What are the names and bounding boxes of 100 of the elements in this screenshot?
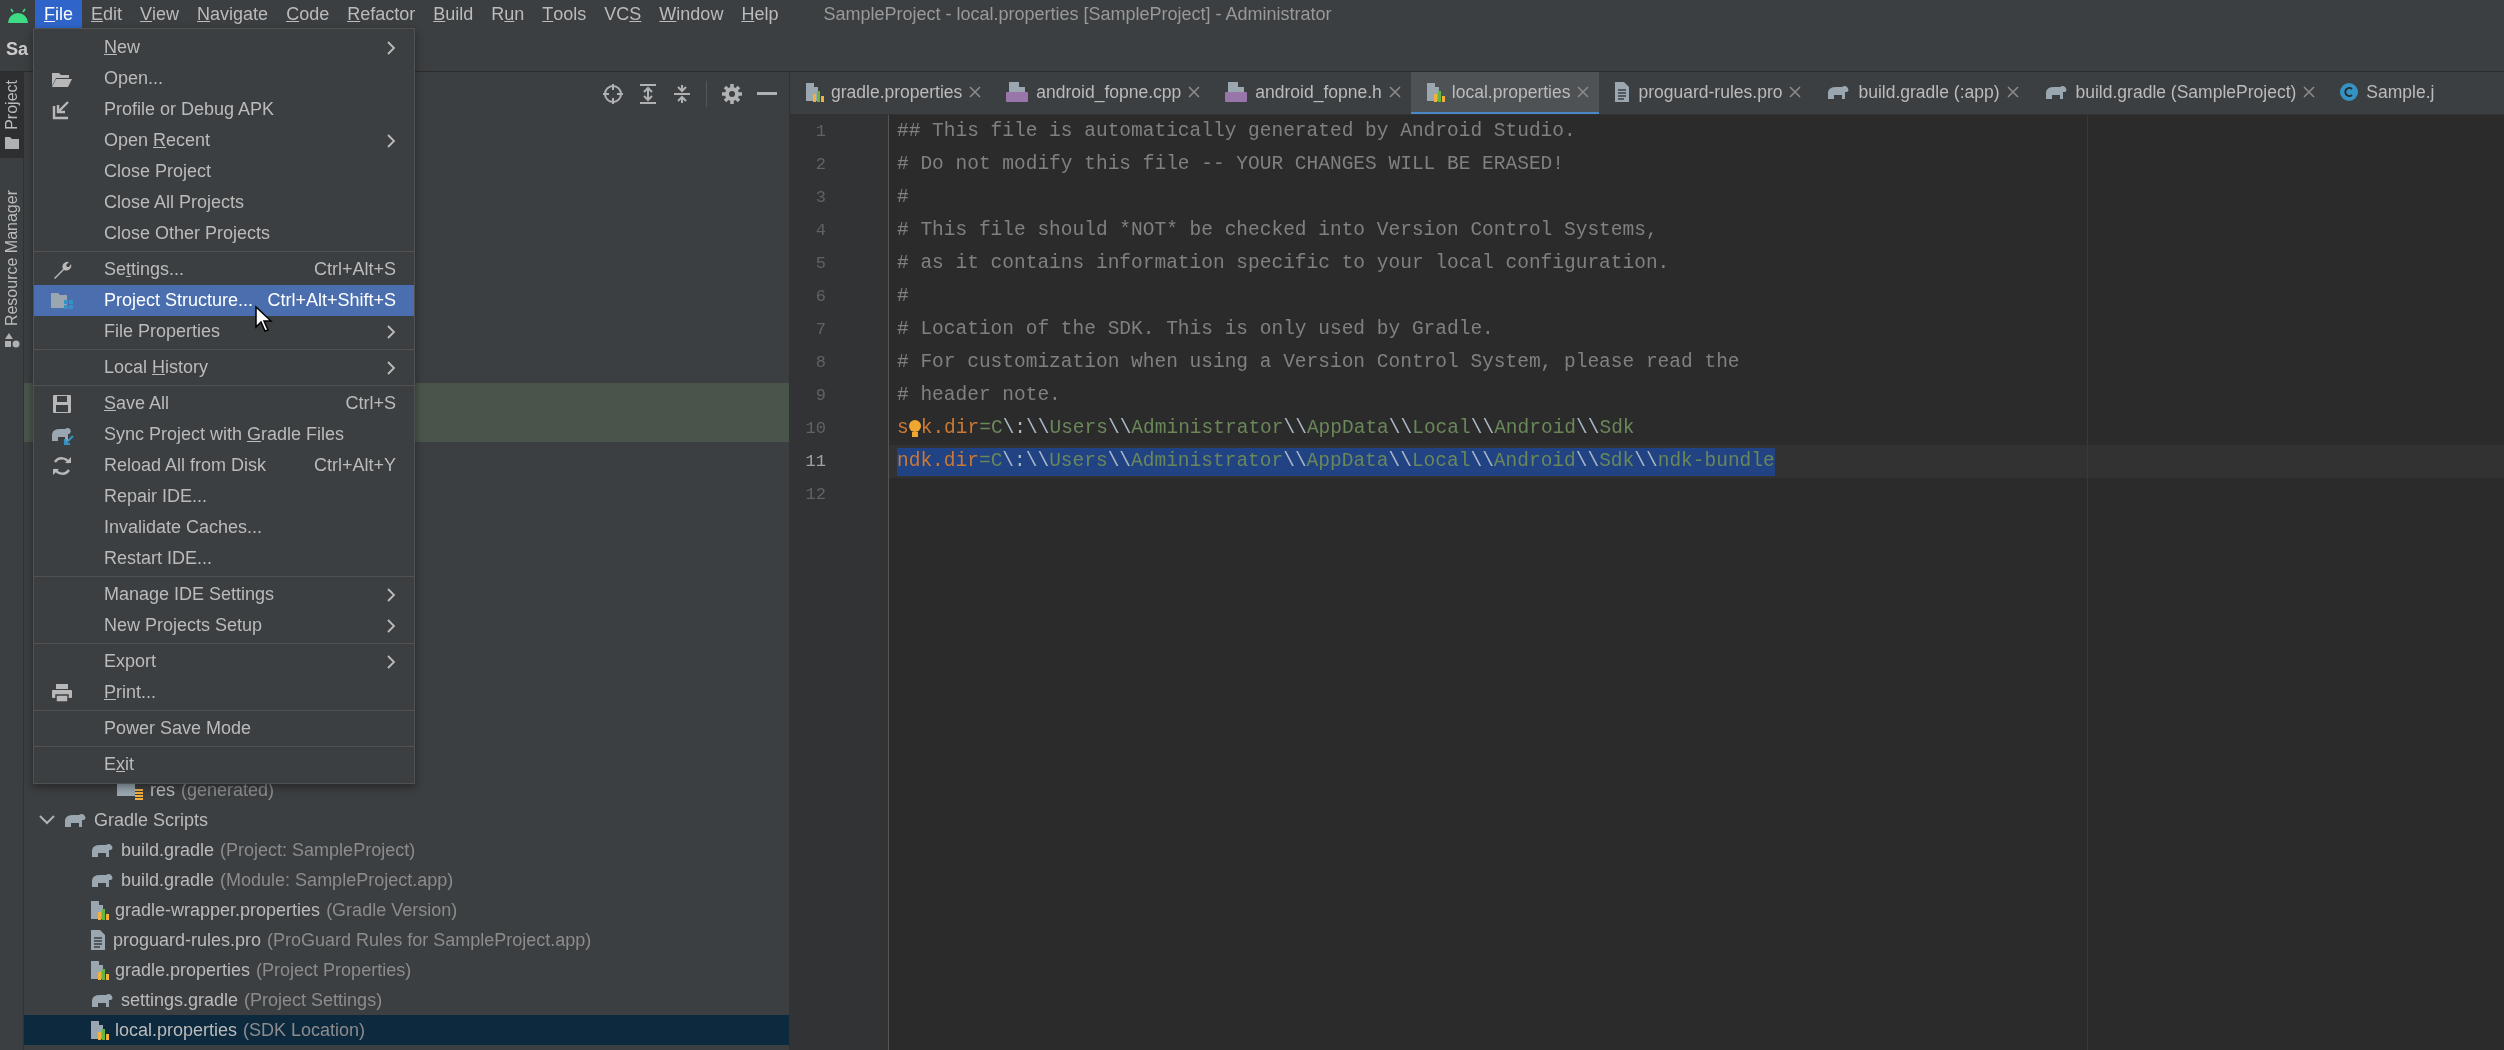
close-icon[interactable] [1188, 86, 1201, 98]
lightbulb-icon[interactable] [908, 419, 921, 438]
menu-item[interactable]: Manage IDE Settings [34, 579, 414, 610]
chart-file-icon [804, 81, 824, 103]
close-icon[interactable] [1789, 86, 1802, 98]
close-icon[interactable] [2006, 86, 2019, 98]
menu-item[interactable]: Sync Project with Gradle Files [34, 419, 414, 450]
menu-item[interactable]: Run [482, 0, 534, 28]
editor-tab[interactable]: android_fopne.h [1210, 72, 1411, 114]
editor-tab[interactable]: build.gradle (SampleProject) [2028, 72, 2326, 114]
code-line: # Do not modify this file -- YOUR CHANGES WILL BE ERASED! [897, 151, 1564, 177]
code-line: # header note. [897, 382, 1061, 408]
menu-item[interactable]: VCS [595, 0, 651, 28]
menu-item[interactable]: New [34, 32, 414, 63]
menu-item[interactable]: Close Project [34, 156, 414, 187]
item-label: gradle-wrapper.properties [115, 898, 321, 922]
menu-item[interactable]: Open... [34, 63, 414, 94]
close-icon[interactable] [969, 86, 982, 98]
tab-label: Sample.j [2366, 80, 2435, 104]
tree-item[interactable]: Gradle Scripts [24, 805, 789, 835]
menu-item[interactable]: Code [277, 0, 339, 28]
code-line: ## This file is automatically generated by Android Studio. [897, 118, 1576, 144]
menu-item[interactable]: Edit [82, 0, 132, 28]
line-number: 11 [804, 450, 826, 473]
menu-item[interactable]: Navigate [188, 0, 278, 28]
editor-tab[interactable]: build.gradle (:app) [1811, 72, 2029, 114]
editor-tab[interactable]: Sample.j [2325, 72, 2445, 114]
menu-item[interactable]: Reload All from Disk Ctrl+Alt+Y [34, 450, 414, 481]
collapse-all-icon[interactable] [672, 82, 692, 105]
tab-label: build.gradle (:app) [1858, 80, 2000, 104]
editor-tab[interactable]: gradle.properties [790, 72, 992, 114]
crosshair-icon[interactable] [602, 82, 624, 105]
shapes-icon [4, 331, 20, 348]
tab-label: android_fopne.h [1255, 80, 1382, 105]
menu-item[interactable]: New Projects Setup [34, 610, 414, 641]
editor-tab[interactable]: proguard-rules.pro [1599, 72, 1812, 114]
item-hint: (Project: SampleProject) [220, 838, 416, 862]
menu-item[interactable]: Open Recent [34, 125, 414, 156]
item-hint: (Gradle Version) [326, 898, 458, 922]
minimize-icon[interactable] [757, 91, 777, 96]
menu-item[interactable]: Tools [533, 0, 596, 28]
breadcrumb[interactable]: Sa [6, 36, 29, 63]
tab-label: proguard-rules.pro [1638, 80, 1783, 104]
menu-item[interactable]: Build [424, 0, 483, 28]
menu-item[interactable]: Export [34, 646, 414, 677]
menu-item[interactable]: Repair IDE... [34, 481, 414, 512]
item-label: proguard-rules.pro [113, 928, 262, 952]
tree-item[interactable]: build.gradle (Project: SampleProject) [24, 835, 789, 865]
menu-item[interactable]: Save All Ctrl+S [34, 388, 414, 419]
menu-item[interactable]: Invalidate Caches... [34, 512, 414, 543]
item-label: build.gradle [121, 838, 215, 862]
chevron-down-icon[interactable] [38, 814, 56, 826]
file-badge-icon [1224, 81, 1249, 103]
menu-item[interactable]: Close Other Projects [34, 218, 414, 249]
tree-item[interactable]: build.gradle (Module: SampleProject.app) [24, 865, 789, 895]
close-icon[interactable] [2303, 86, 2316, 98]
tab-label: android_fopne.cpp [1036, 80, 1182, 105]
menu-item[interactable]: Local History [34, 352, 414, 383]
arrow-icon [52, 99, 72, 120]
menu-item[interactable]: Print... [34, 677, 414, 708]
menu-item[interactable]: View [131, 0, 189, 28]
tool-window-tab[interactable]: Resource Manager [0, 181, 24, 356]
printer-icon [51, 682, 73, 703]
tree-item[interactable]: gradle-wrapper.properties (Gradle Version) [24, 895, 789, 925]
tree-item[interactable]: gradle.properties (Project Properties) [24, 955, 789, 985]
editor-tab[interactable]: local.properties [1410, 72, 1600, 114]
expand-all-icon[interactable] [638, 82, 658, 105]
menu-item[interactable]: Settings... Ctrl+Alt+S [34, 254, 414, 285]
cursor-icon [254, 305, 274, 333]
tree-item[interactable]: settings.gradle (Project Settings) [24, 985, 789, 1015]
item-label: Gradle Scripts [94, 808, 209, 832]
menu-item[interactable]: File [35, 0, 82, 28]
menu-item[interactable]: Close All Projects [34, 187, 414, 218]
code-line: # as it contains information specific to your local configuration. [897, 250, 1670, 276]
menu-item[interactable]: File Properties [34, 316, 414, 347]
menu-item[interactable]: Power Save Mode [34, 713, 414, 744]
menu-item[interactable]: Help [732, 0, 788, 28]
menu-item[interactable]: Window [650, 0, 733, 28]
circle-icon [2339, 82, 2360, 102]
window-title: SampleProject - local.properties [SampleProject] - Administrator [823, 2, 1332, 26]
editor-tab[interactable]: android_fopne.cpp [991, 72, 1211, 114]
tool-window-tab[interactable]: Project [0, 72, 24, 158]
menu-item[interactable]: Profile or Debug APK [34, 94, 414, 125]
tab-label: build.gradle (SampleProject) [2075, 80, 2297, 104]
code-line: # [897, 283, 909, 309]
tab-label: gradle.properties [831, 80, 963, 104]
settings-icon[interactable] [721, 82, 743, 105]
tree-item[interactable]: proguard-rules.pro (ProGuard Rules for SampleProject.app) [24, 925, 789, 955]
chart-file-icon [89, 959, 109, 981]
menu-item[interactable]: Restart IDE... [34, 543, 414, 574]
item-label: res [150, 778, 175, 802]
document-icon [89, 929, 107, 951]
menu-item[interactable]: Refactor [338, 0, 425, 28]
close-icon[interactable] [1388, 86, 1401, 98]
tree-item[interactable]: local.properties (SDK Location) [24, 1015, 789, 1045]
item-label: gradle.properties [115, 958, 251, 982]
item-label: build.gradle [121, 868, 215, 892]
code-line: # Location of the SDK. This is only used by Gradle. [897, 316, 1494, 342]
menu-item[interactable]: Project Structure... Ctrl+Alt+Shift+S [34, 285, 414, 316]
tab-label: local.properties [1451, 80, 1571, 104]
